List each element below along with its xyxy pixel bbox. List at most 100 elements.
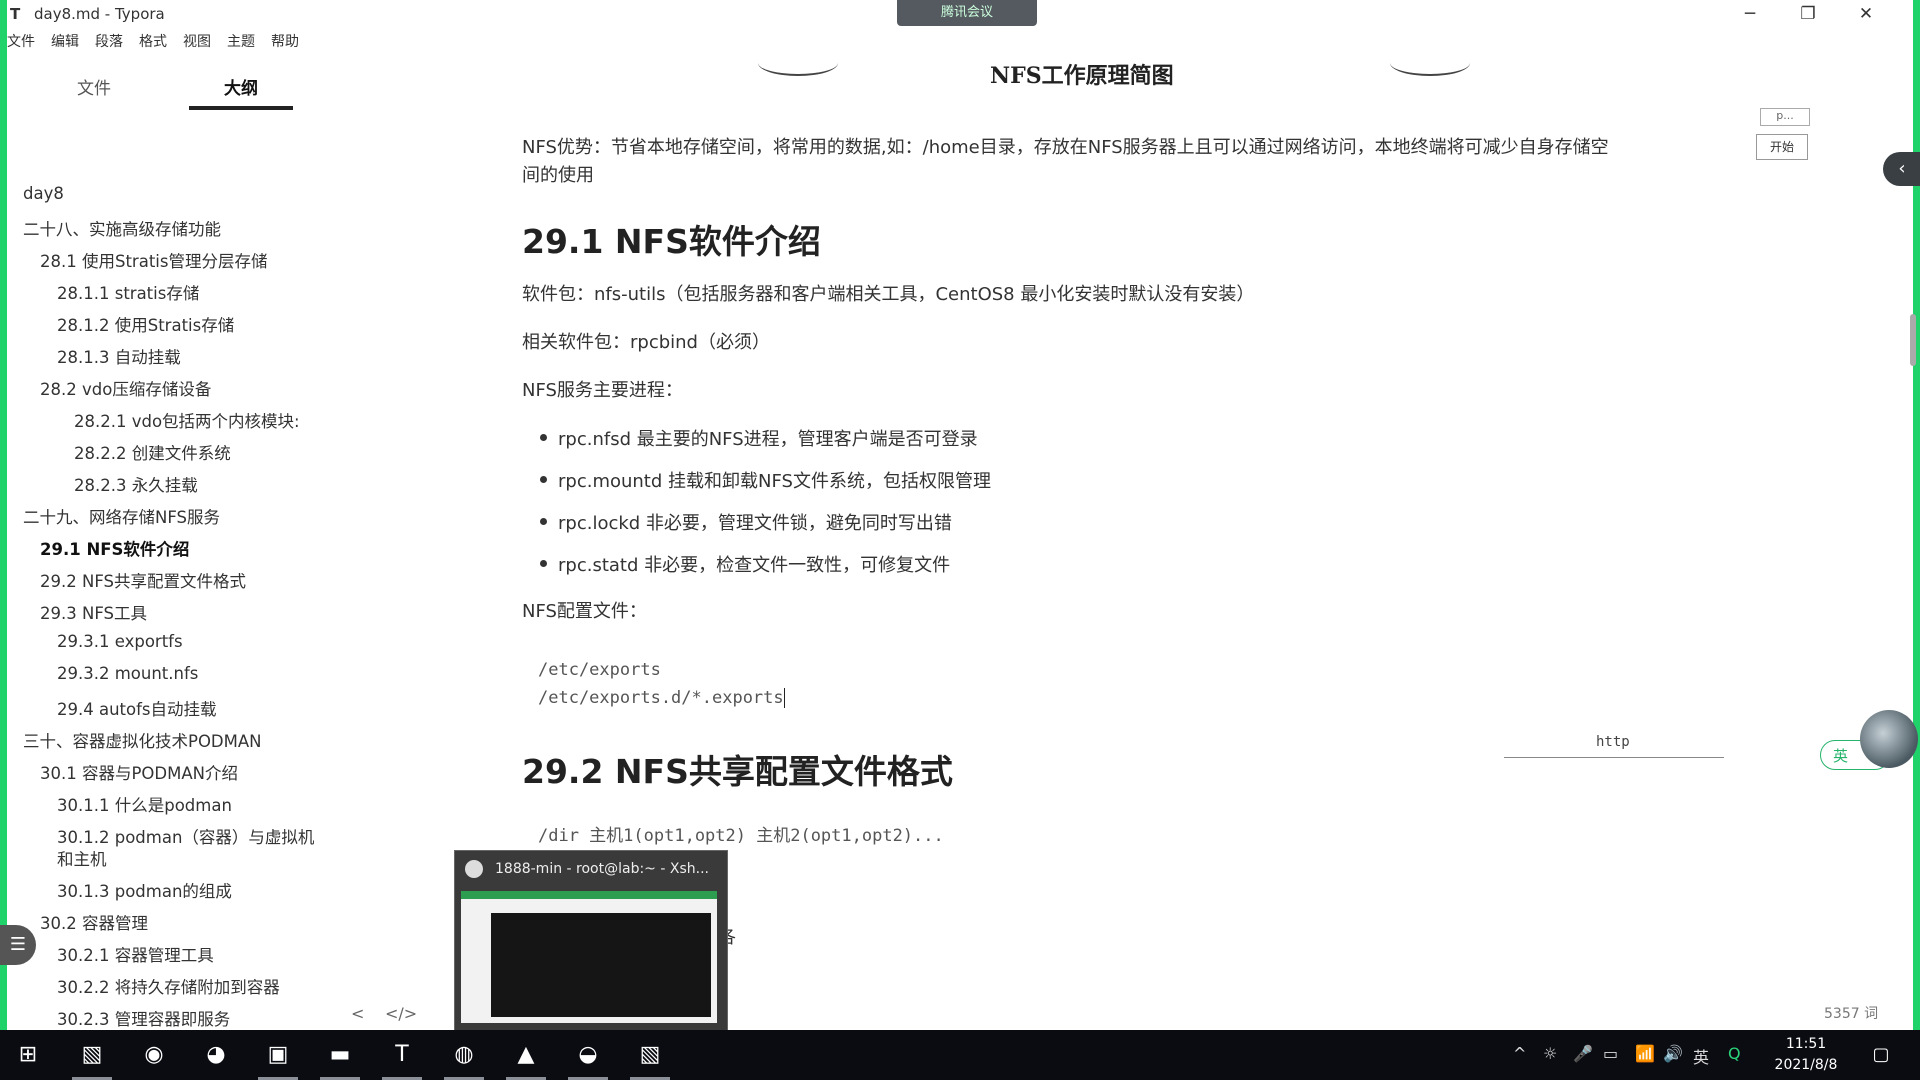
meeting-icon[interactable]: ▲ — [500, 1030, 552, 1080]
meeting-indicator[interactable]: 腾讯会议 — [897, 0, 1037, 26]
bullet-dot — [540, 518, 547, 525]
outline-item[interactable]: 30.1.2 podman（容器）与虚拟机 — [57, 824, 314, 848]
taskbar: ⊞ ▧ ◉ ◕ ▣ ▬ T ◍ ▲ ◒ ▧ ^ ☼ 🎤 ▭ 📶 🔊 英 Q 11… — [0, 1030, 1920, 1080]
outline-item[interactable]: 28.1.2 使用Stratis存储 — [57, 312, 234, 336]
list-item-text: rpc.lockd 非必要，管理文件锁，避免同时写出错 — [558, 513, 952, 534]
mini-label: p... — [1760, 108, 1810, 126]
outline-item[interactable]: 29.2 NFS共享配置文件格式 — [40, 568, 246, 592]
outline-item[interactable]: 28.1.3 自动挂载 — [57, 344, 181, 368]
volume-icon[interactable]: 🔊 — [1663, 1044, 1683, 1063]
windows-start-icon[interactable]: ⊞ — [2, 1030, 54, 1080]
outline-item[interactable]: 28.2.1 vdo包括两个内核模块: — [74, 408, 300, 432]
code-line[interactable]: /etc/exports.d/*.exports — [538, 688, 784, 708]
main-process-text: NFS服务主要进程： — [522, 380, 683, 401]
outline-item[interactable]: 30.2.2 将持久存储附加到容器 — [57, 974, 280, 998]
code-line[interactable]: /etc/exports — [538, 660, 661, 680]
list-item: rpc.nfsd 最主要的NFS进程，管理客户端是否可登录 — [540, 425, 978, 451]
tray-q-icon[interactable]: Q — [1728, 1044, 1741, 1063]
outline-item[interactable]: 29.3.1 exportfs — [57, 632, 183, 651]
outline-item[interactable]: 30.2 容器管理 — [40, 910, 148, 934]
menu-paragraph[interactable]: 段落 — [95, 31, 123, 53]
diagram-line — [1504, 757, 1724, 758]
outline-item[interactable]: 28.1.1 stratis存储 — [57, 280, 199, 304]
http-label: http — [1596, 734, 1630, 750]
tab-files[interactable]: 文件 — [77, 74, 111, 99]
close-button[interactable]: ✕ — [1837, 0, 1895, 30]
browser-icon[interactable]: ◉ — [128, 1030, 180, 1080]
advantage-line-1: NFS优势：节省本地存储空间，将常用的数据,如：/home目录，存放在NFS服务… — [522, 137, 1609, 158]
outline-item[interactable]: day8 — [23, 184, 64, 203]
outline-item[interactable]: 28.1 使用Stratis管理分层存储 — [40, 248, 267, 272]
menu-edit[interactable]: 编辑 — [51, 31, 79, 53]
outline-item[interactable]: 29.3 NFS工具 — [40, 600, 147, 624]
xshell-icon[interactable]: ◒ — [562, 1030, 614, 1080]
bullet-dot — [540, 434, 547, 441]
tab-outline[interactable]: 大纲 — [224, 74, 258, 99]
outline-item[interactable]: 三十、容器虚拟化技术PODMAN — [23, 728, 262, 752]
menu-format[interactable]: 格式 — [139, 31, 167, 53]
outline-item[interactable]: 二十八、实施高级存储功能 — [23, 216, 221, 240]
collapse-sidebar-icon[interactable]: < — [351, 1004, 364, 1023]
outline-item[interactable]: 29.3.2 mount.nfs — [57, 664, 198, 683]
wechat-icon[interactable]: ◕ — [190, 1030, 242, 1080]
title-bar: T day8.md - Typora 腾讯会议 ─ ❐ ✕ — [7, 0, 1913, 30]
restore-button[interactable]: ❐ — [1779, 0, 1837, 30]
avatar[interactable] — [1860, 710, 1918, 768]
format-code-line[interactable]: /dir 主机1(opt1,opt2) 主机2(opt1,opt2)... — [538, 821, 944, 846]
bullet-dot — [540, 476, 547, 483]
package-text: 软件包：nfs-utils（包括服务器和客户端相关工具，CentOS8 最小化安… — [522, 284, 1255, 305]
minimize-button[interactable]: ─ — [1721, 0, 1779, 30]
code-line-with-caret[interactable]: /etc/exports.d/*.exports — [538, 688, 785, 708]
heading-29-1: 29.1 NFS软件介绍 — [522, 222, 821, 261]
typora-app-icon: T — [10, 5, 21, 23]
list-item-text: rpc.statd 非必要，检查文件一致性，可修复文件 — [558, 555, 951, 576]
heading-29-2: 29.2 NFS共享配置文件格式 — [522, 752, 953, 791]
outline-item[interactable]: 30.2.3 管理容器即服务 — [57, 1006, 230, 1030]
outline-item-wrap[interactable]: 和主机 — [57, 846, 107, 870]
outline-item[interactable]: 30.1.1 什么是podman — [57, 792, 232, 816]
diagram-arc-left — [758, 50, 838, 76]
notification-icon[interactable]: ▢ — [1855, 1030, 1907, 1080]
start-button[interactable]: 开始 — [1756, 134, 1808, 160]
popup-title: 1888-min - root@lab:~ - Xsh... — [495, 861, 709, 877]
outline-item[interactable]: 30.2.1 容器管理工具 — [57, 942, 214, 966]
menu-view[interactable]: 视图 — [183, 31, 211, 53]
outline-item[interactable]: 二十九、网络存储NFS服务 — [23, 504, 220, 528]
menu-help[interactable]: 帮助 — [271, 31, 299, 53]
menu-file[interactable]: 文件 — [7, 31, 35, 53]
input-method-icon[interactable]: 英 — [1693, 1044, 1709, 1068]
network-icon[interactable]: 📶 — [1635, 1044, 1655, 1063]
expand-panel-icon[interactable]: ‹ — [1883, 152, 1920, 186]
config-file-text: NFS配置文件： — [522, 601, 647, 622]
clock-date: 2021/8/8 — [1774, 1057, 1838, 1073]
list-item-text: rpc.mountd 挂载和卸载NFS文件系统，包括权限管理 — [558, 471, 991, 492]
sidebar-tabs: 文件 大纲 — [7, 74, 327, 110]
window-app-icon[interactable]: ▣ — [252, 1030, 304, 1080]
outline-item-active[interactable]: 29.1 NFS软件介绍 — [40, 536, 189, 560]
outline-item[interactable]: 28.2 vdo压缩存储设备 — [40, 376, 211, 400]
popup-thumbnail — [461, 891, 717, 1023]
clock[interactable]: 11:51 2021/8/8 — [1763, 1034, 1849, 1076]
outline-item[interactable]: 29.4 autofs自动挂载 — [57, 696, 217, 720]
folder-icon[interactable]: ▬ — [314, 1030, 366, 1080]
microphone-icon[interactable]: 🎤 — [1573, 1044, 1593, 1063]
sidebar: 文件 大纲 day8 二十八、实施高级存储功能 28.1 使用Stratis管理… — [7, 54, 417, 1030]
outline-item[interactable]: 30.1 容器与PODMAN介绍 — [40, 760, 238, 784]
battery-icon[interactable]: ▭ — [1603, 1044, 1618, 1063]
media-icon[interactable]: ◍ — [438, 1030, 490, 1080]
word-count[interactable]: 5357 词 — [1824, 1003, 1878, 1023]
menu-theme[interactable]: 主题 — [227, 31, 255, 53]
taskbar-preview-popup[interactable]: 1888-min - root@lab:~ - Xsh... — [454, 850, 728, 1032]
diagram-arc-right — [1390, 50, 1470, 76]
clock-time: 11:51 — [1785, 1036, 1827, 1052]
tray-app-icon[interactable]: ☼ — [1543, 1044, 1557, 1063]
photo-app-icon-2[interactable]: ▧ — [624, 1030, 676, 1080]
outline-item[interactable]: 28.2.3 永久挂载 — [74, 472, 198, 496]
source-code-mode-icon[interactable]: </> — [385, 1004, 417, 1023]
typora-icon[interactable]: T — [376, 1030, 428, 1080]
outline-item[interactable]: 30.1.3 podman的组成 — [57, 878, 232, 902]
photo-app-icon[interactable]: ▧ — [66, 1030, 118, 1080]
outline-item[interactable]: 28.2.2 创建文件系统 — [74, 440, 231, 464]
scrollbar-thumb[interactable] — [1910, 314, 1916, 366]
show-hidden-icons-icon[interactable]: ^ — [1513, 1044, 1526, 1063]
